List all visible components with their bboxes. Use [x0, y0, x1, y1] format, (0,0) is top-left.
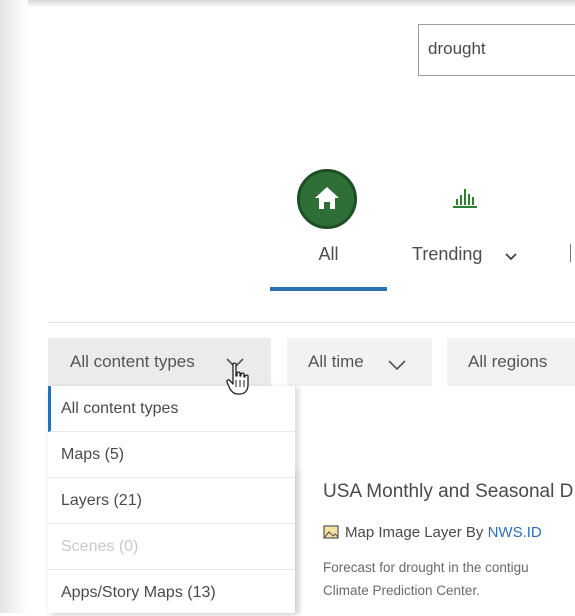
next-tab-edge — [570, 244, 575, 262]
tab-trending[interactable]: Trending — [405, 185, 535, 275]
content-type-dropdown: All content types Maps (5) Layers (21) S… — [48, 386, 296, 613]
dropdown-option[interactable]: All content types — [48, 386, 295, 432]
dropdown-option-label: Maps (5) — [61, 446, 125, 463]
result-description: Forecast for drought in the contigu Clim… — [323, 556, 529, 602]
content-type-filter-label: All content types — [70, 352, 195, 371]
left-shadow — [0, 0, 28, 613]
result-owner-link[interactable]: NWS.ID — [488, 524, 542, 541]
home-icon — [297, 169, 357, 229]
tab-trending-label: Trending — [412, 244, 483, 264]
trending-chart-icon — [453, 189, 477, 208]
time-filter[interactable]: All time — [287, 338, 432, 386]
search-input[interactable] — [428, 39, 575, 59]
top-shadow — [0, 0, 575, 8]
dropdown-option[interactable]: Maps (5) — [48, 432, 295, 478]
dropdown-option[interactable]: Layers (21) — [48, 478, 295, 524]
map-image-layer-icon — [323, 525, 339, 539]
tab-all[interactable]: All — [270, 167, 387, 293]
dropdown-option[interactable]: Apps/Story Maps (13) — [48, 570, 295, 616]
chevron-down-icon — [505, 253, 517, 261]
result-type: Map Image Layer — [345, 524, 462, 541]
search-box[interactable] — [418, 24, 575, 76]
region-filter-label: All regions — [468, 352, 548, 371]
dropdown-option-label: Layers (21) — [61, 492, 142, 509]
hand-cursor-icon — [226, 362, 249, 395]
result-title[interactable]: USA Monthly and Seasonal D — [323, 481, 573, 503]
result-by: By — [465, 524, 484, 541]
result-card-edge — [295, 470, 303, 613]
result-description-line: Climate Prediction Center. — [323, 583, 480, 598]
tab-selected-indicator — [270, 287, 387, 291]
dropdown-option-label: All content types — [61, 400, 179, 417]
result-meta: Map Image Layer By NWS.ID — [323, 524, 542, 541]
divider — [48, 322, 575, 323]
result-description-line: Forecast for drought in the contigu — [323, 560, 529, 575]
tab-all-label: All — [318, 244, 339, 264]
dropdown-option-disabled: Scenes (0) — [48, 524, 295, 570]
dropdown-option-label: Apps/Story Maps (13) — [61, 584, 216, 601]
chevron-down-icon — [388, 360, 406, 371]
dropdown-option-label: Scenes (0) — [61, 538, 139, 555]
time-filter-label: All time — [308, 352, 364, 371]
region-filter[interactable]: All regions — [447, 338, 575, 386]
